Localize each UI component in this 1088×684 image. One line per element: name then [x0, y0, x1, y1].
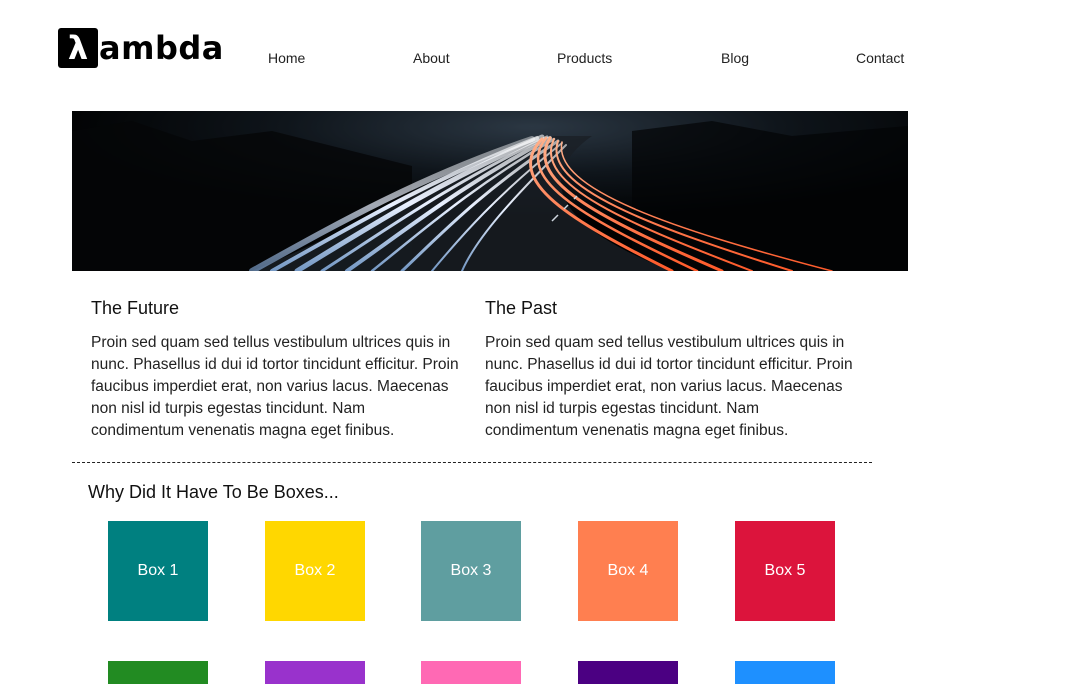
box-10 — [735, 661, 835, 684]
box-label: Box 4 — [607, 562, 649, 579]
box-label: Box 5 — [764, 562, 806, 579]
box-3: Box 3 — [421, 521, 521, 621]
box-label: Box 1 — [137, 562, 179, 579]
box-7 — [265, 661, 365, 684]
nav-about[interactable]: About — [413, 49, 450, 67]
section-future: The Future Proin sed quam sed tellus ves… — [91, 296, 461, 442]
section-body: Proin sed quam sed tellus vestibulum ult… — [485, 334, 853, 439]
dashed-divider — [72, 462, 872, 463]
logo[interactable]: λ ambda — [58, 28, 224, 68]
box-8 — [421, 661, 521, 684]
lambda-logo-icon: λ — [58, 28, 98, 68]
box-5: Box 5 — [735, 521, 835, 621]
section-body: Proin sed quam sed tellus vestibulum ult… — [91, 334, 459, 439]
boxes-title: Why Did It Have To Be Boxes... — [88, 482, 339, 502]
nav-contact[interactable]: Contact — [856, 49, 904, 67]
hero-light-trails-graphic — [72, 111, 908, 271]
logo-text: ambda — [99, 29, 224, 67]
box-2: Box 2 — [265, 521, 365, 621]
nav-blog[interactable]: Blog — [721, 49, 749, 67]
box-6 — [108, 661, 208, 684]
hero-image — [72, 111, 908, 271]
section-title: The Past — [485, 298, 558, 318]
box-label: Box 2 — [294, 562, 336, 579]
box-9 — [578, 661, 678, 684]
box-label: Box 3 — [450, 562, 492, 579]
section-title: The Future — [91, 298, 180, 318]
nav-products[interactable]: Products — [557, 49, 612, 67]
box-4: Box 4 — [578, 521, 678, 621]
box-1: Box 1 — [108, 521, 208, 621]
section-past: The Past Proin sed quam sed tellus vesti… — [485, 296, 855, 442]
nav-home[interactable]: Home — [268, 49, 305, 67]
